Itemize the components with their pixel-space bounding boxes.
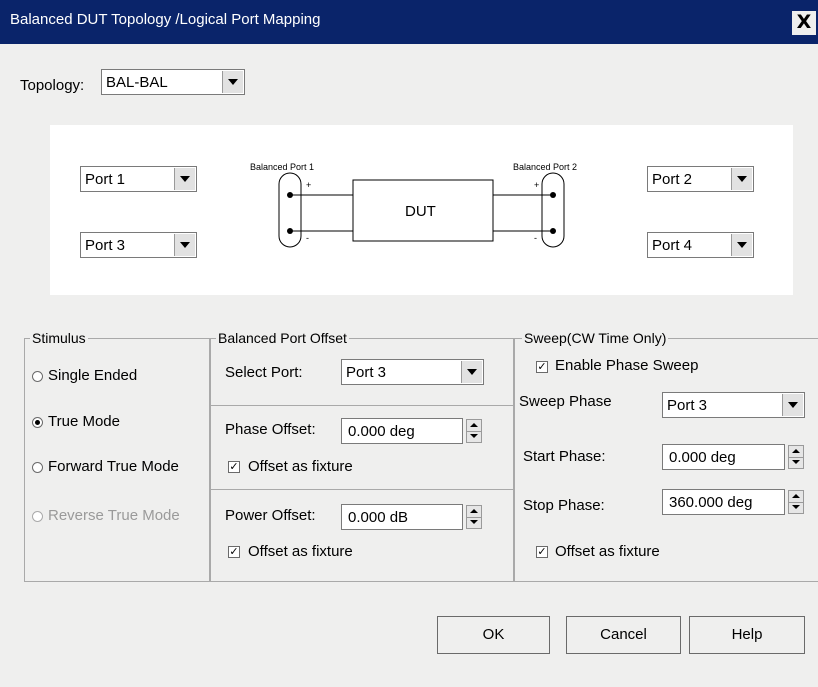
spinner[interactable]: [466, 505, 482, 529]
node-dot: [550, 228, 556, 234]
stop-phase-value: 360.000 deg: [669, 494, 753, 511]
select-port-value: Port 3: [346, 364, 387, 381]
spinner[interactable]: [788, 445, 804, 469]
radio-forward-true-mode[interactable]: [32, 462, 43, 473]
phase-fixture-checkbox[interactable]: ✓: [228, 461, 240, 473]
topology-diagram: Port 1 Port 3 Port 2 Port 4 Balanced Por…: [50, 125, 793, 295]
close-button[interactable]: X: [792, 11, 816, 35]
chevron-down-icon[interactable]: [461, 361, 482, 383]
spinner[interactable]: [466, 419, 482, 443]
sweep-fixture-label[interactable]: Offset as fixture: [555, 543, 660, 560]
node-dot: [550, 192, 556, 198]
balanced-port-2-label: Balanced Port 2: [513, 162, 577, 172]
help-button[interactable]: Help: [689, 616, 805, 654]
minus-sign: -: [306, 233, 309, 243]
sweep-fixture-checkbox[interactable]: ✓: [536, 546, 548, 558]
divider: [210, 405, 514, 406]
enable-phase-sweep-label[interactable]: Enable Phase Sweep: [555, 357, 698, 374]
start-phase-value: 0.000 deg: [669, 449, 736, 466]
spin-down-icon[interactable]: [789, 502, 803, 513]
window-title: Balanced DUT Topology /Logical Port Mapp…: [10, 11, 321, 28]
sweep-phase-combo[interactable]: Port 3: [662, 392, 805, 418]
select-port-label: Select Port:: [225, 364, 303, 381]
spin-down-icon[interactable]: [789, 457, 803, 468]
node-dot: [287, 228, 293, 234]
dut-label: DUT: [405, 203, 436, 220]
chevron-down-icon[interactable]: [222, 71, 243, 93]
dialog-window: Balanced DUT Topology /Logical Port Mapp…: [0, 0, 818, 687]
single-ended-label[interactable]: Single Ended: [48, 367, 137, 384]
topology-value: BAL-BAL: [106, 74, 168, 91]
ok-button[interactable]: OK: [437, 616, 550, 654]
plus-sign: +: [534, 180, 539, 190]
plus-sign: +: [306, 180, 311, 190]
sweep-phase-label: Sweep Phase: [519, 393, 612, 410]
power-offset-spinbox[interactable]: 0.000 dB: [341, 504, 482, 530]
sweep-legend: Sweep(CW Time Only): [522, 330, 669, 346]
enable-phase-sweep-checkbox[interactable]: ✓: [536, 361, 548, 373]
power-offset-label: Power Offset:: [225, 507, 316, 524]
start-phase-spinbox[interactable]: 0.000 deg: [662, 444, 804, 470]
phase-offset-value: 0.000 deg: [348, 423, 415, 440]
select-port-combo[interactable]: Port 3: [341, 359, 484, 385]
phase-offset-spinbox[interactable]: 0.000 deg: [341, 418, 482, 444]
node-dot: [287, 192, 293, 198]
forward-true-mode-label[interactable]: Forward True Mode: [48, 458, 179, 475]
radio-single-ended[interactable]: [32, 371, 43, 382]
phase-fixture-label[interactable]: Offset as fixture: [248, 458, 353, 475]
start-phase-label: Start Phase:: [523, 448, 606, 465]
power-fixture-label[interactable]: Offset as fixture: [248, 543, 353, 560]
stop-phase-spinbox[interactable]: 360.000 deg: [662, 489, 804, 515]
title-bar[interactable]: Balanced DUT Topology /Logical Port Mapp…: [0, 0, 818, 44]
balanced-port-1-label: Balanced Port 1: [250, 162, 314, 172]
spin-down-icon[interactable]: [467, 431, 481, 442]
spin-down-icon[interactable]: [467, 517, 481, 528]
reverse-true-mode-label: Reverse True Mode: [48, 507, 180, 524]
cancel-button[interactable]: Cancel: [566, 616, 681, 654]
balanced-dut-schematic: Balanced Port 1 Balanced Port 2 DUT + - …: [250, 162, 577, 248]
minus-sign: -: [534, 233, 537, 243]
balanced-port-2-loop: [541, 172, 565, 248]
sweep-phase-value: Port 3: [667, 397, 708, 414]
spinner[interactable]: [788, 490, 804, 514]
chevron-down-icon[interactable]: [782, 394, 803, 416]
divider: [210, 489, 514, 490]
balanced-port-offset-legend: Balanced Port Offset: [216, 330, 349, 346]
topology-select[interactable]: BAL-BAL: [101, 69, 245, 95]
power-offset-value: 0.000 dB: [348, 509, 409, 526]
true-mode-label[interactable]: True Mode: [48, 413, 120, 430]
topology-label: Topology:: [20, 77, 85, 94]
balanced-port-1-loop: [278, 172, 302, 248]
phase-offset-label: Phase Offset:: [225, 421, 316, 438]
radio-reverse-true-mode: [32, 511, 43, 522]
stop-phase-label: Stop Phase:: [523, 497, 605, 514]
power-fixture-checkbox[interactable]: ✓: [228, 546, 240, 558]
stimulus-legend: Stimulus: [30, 330, 88, 346]
radio-true-mode[interactable]: [32, 417, 43, 428]
